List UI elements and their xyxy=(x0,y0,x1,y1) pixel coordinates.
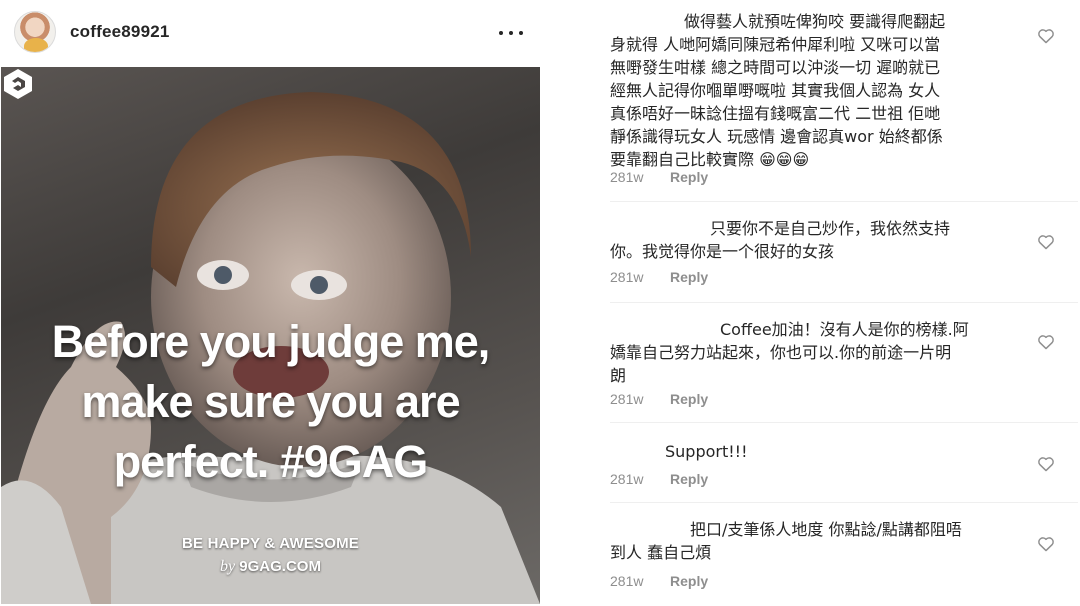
comment-line: 靜係識得玩女人 玩感情 邊會認真wor 始終都係 xyxy=(610,127,943,146)
comment-line: 你。我觉得你是一个很好的女孩 xyxy=(610,242,835,261)
comment-text: Support!!! xyxy=(610,440,1010,463)
comment-line: 要靠翻自己比較實際 😁😁😁 xyxy=(610,150,810,169)
comment-line: 把口/支筆係人地度 你點諗/點講都阻唔 xyxy=(690,520,962,539)
divider xyxy=(610,302,1078,303)
comment-line: Coffee加油！沒有人是你的榜樣.阿 xyxy=(720,320,969,339)
comments-panel: 做得藝人就預咗俾狗咬 要識得爬翻起 身就得 人哋阿嬌同陳冠希仲犀利啦 又咪可以當… xyxy=(600,0,1080,606)
comment-text: Coffee加油！沒有人是你的榜樣.阿 嬌靠自己努力站起來，你也可以.你的前途一… xyxy=(610,318,1010,387)
comment-text: 把口/支筆係人地度 你點諗/點講都阻唔 到人 蠢自己煩 xyxy=(610,518,1010,564)
comment-meta: 281w Reply xyxy=(610,471,708,487)
post-header: coffee89921 xyxy=(0,0,541,66)
reply-button[interactable]: Reply xyxy=(670,391,708,407)
brand-by: by xyxy=(220,558,236,575)
comment-line: 做得藝人就預咗俾狗咬 要識得爬翻起 xyxy=(684,12,946,31)
comment-line: 真係唔好一昧諗住搵有錢嘅富二代 二世祖 佢哋 xyxy=(610,104,941,123)
divider xyxy=(610,502,1078,503)
heart-icon[interactable] xyxy=(1037,28,1055,44)
meme-caption-line-2: make sure you are xyxy=(81,376,460,427)
comment-text: 只要你不是自己炒作，我依然支持 你。我觉得你是一个很好的女孩 xyxy=(610,217,1010,263)
comment-line: 只要你不是自己炒作，我依然支持 xyxy=(710,219,951,238)
reply-button[interactable]: Reply xyxy=(670,471,708,487)
9gag-logo-icon xyxy=(4,69,32,99)
post-panel: coffee89921 Before you judge me, make su… xyxy=(0,0,541,606)
comment-meta: 281w Reply xyxy=(610,269,708,285)
comment-line: 身就得 人哋阿嬌同陳冠希仲犀利啦 又咪可以當 xyxy=(610,35,941,54)
comment-line: Support!!! xyxy=(665,442,748,461)
comment-line: 經無人記得你嗰單嘢嘅啦 其實我個人認為 女人 xyxy=(610,81,941,100)
heart-icon[interactable] xyxy=(1037,536,1055,552)
post-image[interactable]: Before you judge me, make sure you are p… xyxy=(1,67,540,604)
comment-age: 281w xyxy=(610,573,644,589)
comment-meta: 281w Reply xyxy=(610,391,708,407)
reply-button[interactable]: Reply xyxy=(670,269,708,285)
avatar[interactable] xyxy=(14,11,56,53)
heart-icon[interactable] xyxy=(1037,456,1055,472)
comment-text: 做得藝人就預咗俾狗咬 要識得爬翻起 身就得 人哋阿嬌同陳冠希仲犀利啦 又咪可以當… xyxy=(610,10,1010,171)
divider xyxy=(610,422,1078,423)
username[interactable]: coffee89921 xyxy=(70,22,170,42)
reply-button[interactable]: Reply xyxy=(670,169,708,185)
comment-line: 到人 蠢自己煩 xyxy=(610,543,712,562)
brand-site: by 9GAG.COM xyxy=(1,558,540,576)
divider xyxy=(610,201,1078,202)
comment-line: 嬌靠自己努力站起來，你也可以.你的前途一片明 xyxy=(610,343,952,362)
comment-age: 281w xyxy=(610,269,644,285)
comment-line: 無嘢發生咁樣 總之時間可以沖淡一切 遲啲就已 xyxy=(610,58,941,77)
reply-button[interactable]: Reply xyxy=(670,573,708,589)
comment-meta: 281w Reply xyxy=(610,573,708,589)
meme-caption-line-1: Before you judge me, xyxy=(51,316,491,367)
brand-site-name: 9GAG.COM xyxy=(239,558,321,575)
brand-tagline: BE HAPPY & AWESOME xyxy=(182,535,359,552)
comment-age: 281w xyxy=(610,391,644,407)
comment-line: 朗 xyxy=(610,366,627,385)
comment-age: 281w xyxy=(610,471,644,487)
comment-age: 281w xyxy=(610,169,644,185)
more-options-icon[interactable] xyxy=(497,22,525,42)
heart-icon[interactable] xyxy=(1037,334,1055,350)
comment-meta: 281w Reply xyxy=(610,169,708,185)
heart-icon[interactable] xyxy=(1037,234,1055,250)
meme-caption-line-3: perfect. #9GAG xyxy=(113,436,429,487)
